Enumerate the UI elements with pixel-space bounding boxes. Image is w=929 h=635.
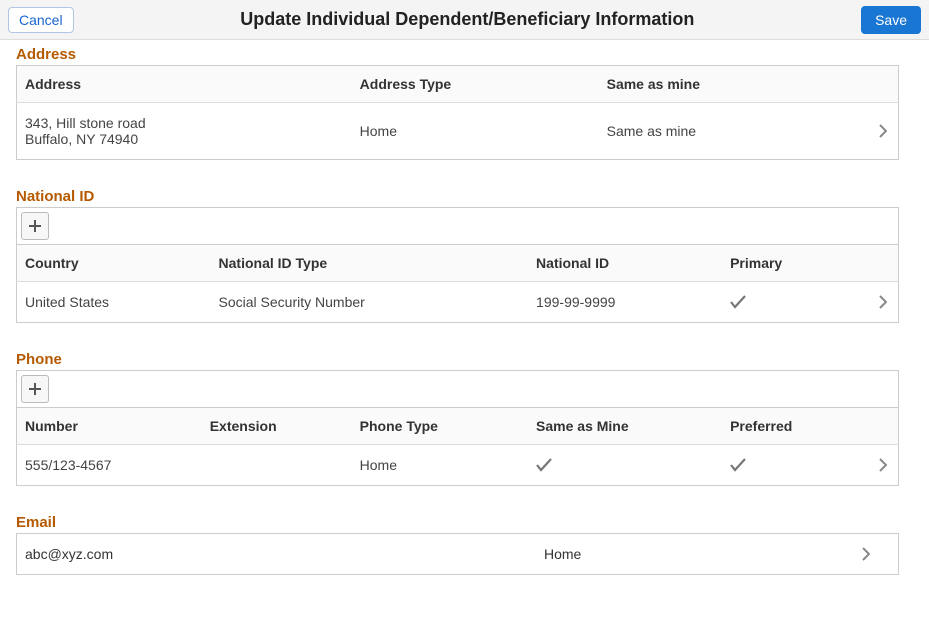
phone-add-button[interactable] <box>21 375 49 403</box>
nid-cell-primary <box>722 282 870 323</box>
phone-cell-ext <box>202 445 352 486</box>
national-id-table: Country National ID Type National ID Pri… <box>16 244 899 323</box>
phone-row[interactable]: 555/123-4567 Home <box>17 445 899 486</box>
email-section: Email abc@xyz.com Home <box>16 514 899 575</box>
email-title: Email <box>16 514 899 531</box>
email-type: Home <box>544 546 581 562</box>
phone-cell-number: 555/123-4567 <box>17 445 202 486</box>
nid-cell-type: Social Security Number <box>211 282 529 323</box>
phone-title: Phone <box>16 351 899 368</box>
address-row[interactable]: 343, Hill stone road Buffalo, NY 74940 H… <box>17 103 899 160</box>
email-row[interactable]: abc@xyz.com Home <box>16 533 899 575</box>
address-cell-address: 343, Hill stone road Buffalo, NY 74940 <box>17 103 352 160</box>
phone-col-ext: Extension <box>202 408 352 445</box>
national-id-row[interactable]: United States Social Security Number 199… <box>17 282 899 323</box>
nid-row-chevron[interactable] <box>871 282 899 323</box>
address-cell-type: Home <box>352 103 599 160</box>
address-row-chevron[interactable] <box>871 103 899 160</box>
check-icon <box>536 458 552 472</box>
national-id-section: National ID Country National ID Type Nat… <box>16 188 899 323</box>
national-id-add-wrap <box>16 207 899 244</box>
email-address: abc@xyz.com <box>25 546 544 562</box>
nid-cell-id: 199-99-9999 <box>528 282 722 323</box>
chevron-right-icon <box>879 458 887 472</box>
phone-col-same: Same as Mine <box>528 408 722 445</box>
nid-col-primary: Primary <box>722 245 870 282</box>
page-title: Update Individual Dependent/Beneficiary … <box>74 9 861 30</box>
plus-icon <box>28 219 42 233</box>
nid-col-id: National ID <box>528 245 722 282</box>
cancel-button[interactable]: Cancel <box>8 7 74 33</box>
phone-col-pref: Preferred <box>722 408 870 445</box>
check-icon <box>730 458 746 472</box>
phone-cell-type: Home <box>352 445 528 486</box>
address-section: Address Address Address Type Same as min… <box>16 46 899 160</box>
email-row-chevron[interactable] <box>862 547 890 561</box>
phone-add-wrap <box>16 370 899 407</box>
check-icon <box>730 295 746 309</box>
national-id-title: National ID <box>16 188 899 205</box>
phone-cell-pref <box>722 445 870 486</box>
chevron-right-icon <box>862 547 870 561</box>
plus-icon <box>28 382 42 396</box>
scroll-content[interactable]: Address Address Address Type Same as min… <box>0 40 915 635</box>
phone-cell-same <box>528 445 722 486</box>
chevron-right-icon <box>879 295 887 309</box>
address-table: Address Address Type Same as mine 343, H… <box>16 65 899 160</box>
nid-cell-country: United States <box>17 282 211 323</box>
address-cell-same: Same as mine <box>599 103 871 160</box>
address-col-type: Address Type <box>352 66 599 103</box>
chevron-right-icon <box>879 124 887 138</box>
save-button[interactable]: Save <box>861 6 921 34</box>
nid-col-type: National ID Type <box>211 245 529 282</box>
nid-col-country: Country <box>17 245 211 282</box>
phone-col-type: Phone Type <box>352 408 528 445</box>
national-id-add-button[interactable] <box>21 212 49 240</box>
phone-col-number: Number <box>17 408 202 445</box>
phone-section: Phone Number Extension Phone Type Same a… <box>16 351 899 486</box>
phone-table: Number Extension Phone Type Same as Mine… <box>16 407 899 486</box>
address-title: Address <box>16 46 899 63</box>
phone-row-chevron[interactable] <box>871 445 899 486</box>
address-col-address: Address <box>17 66 352 103</box>
address-col-same: Same as mine <box>599 66 871 103</box>
page-header: Cancel Update Individual Dependent/Benef… <box>0 0 929 40</box>
